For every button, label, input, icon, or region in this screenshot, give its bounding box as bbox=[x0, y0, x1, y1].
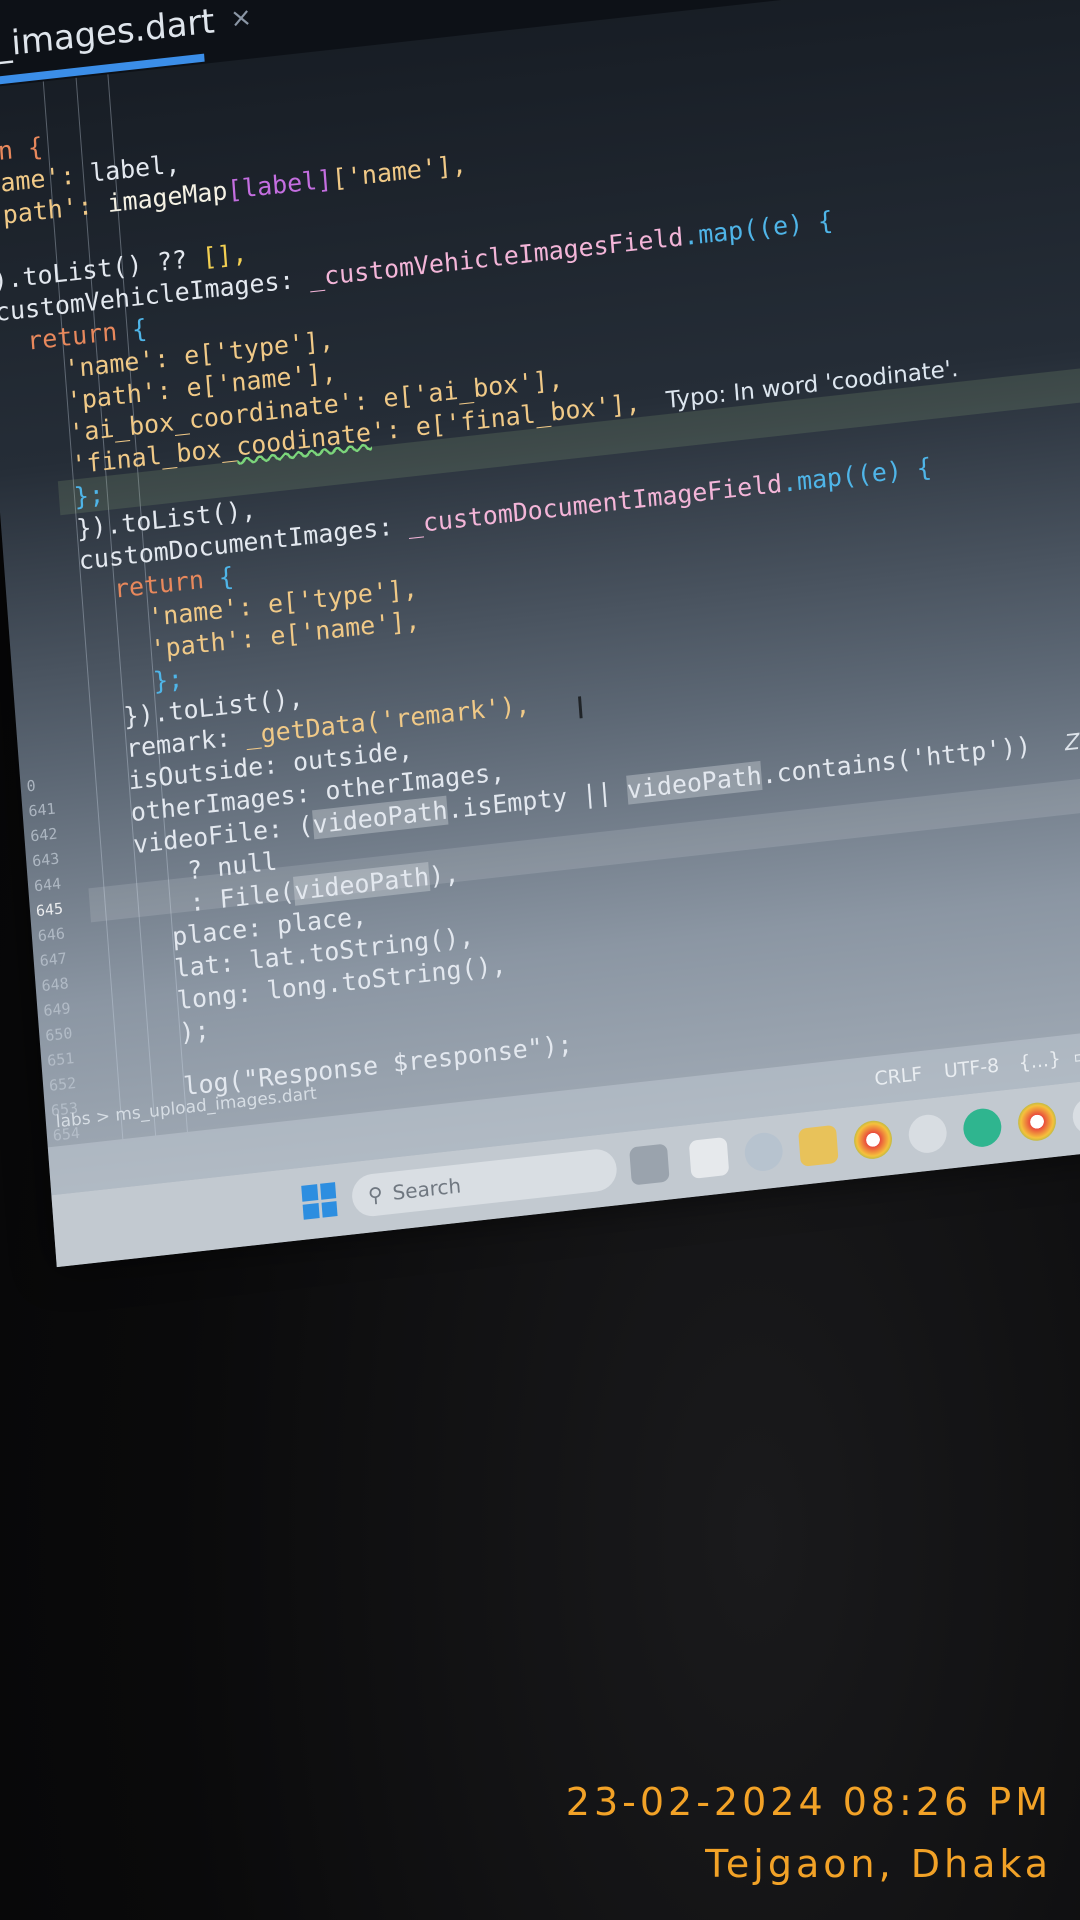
code-line: }; bbox=[152, 664, 184, 696]
skype-icon[interactable] bbox=[962, 1106, 1003, 1149]
code-token: videoPath bbox=[625, 760, 763, 805]
ide-screen: d_images.dart × 0 641 642 643 644 645 64… bbox=[0, 0, 1080, 1268]
windows-start-icon[interactable] bbox=[301, 1182, 338, 1220]
photo-datetime-stamp: 23-02-2024 08:26 PM bbox=[565, 1780, 1052, 1824]
git-blame-annotation: Zaman, 10/22/ bbox=[1063, 722, 1080, 757]
code-token: { bbox=[130, 313, 149, 345]
code-token: ['name'], bbox=[330, 149, 468, 194]
code-token: { bbox=[217, 561, 235, 593]
code-token: ': bbox=[369, 412, 417, 447]
code-token: .map((e) { bbox=[682, 205, 834, 252]
typo-warning-hint: Typo: In word 'coodinate'. bbox=[665, 355, 960, 415]
search-placeholder: Search bbox=[391, 1173, 462, 1205]
code-token: log("Response $response"); bbox=[182, 1029, 574, 1102]
code-token: ); bbox=[178, 1015, 211, 1048]
code-line: ); bbox=[178, 1015, 210, 1047]
search-icon: ⚲ bbox=[367, 1181, 384, 1208]
notification-icon[interactable]: ▭ bbox=[1072, 1044, 1080, 1068]
tab-label: d_images.dart bbox=[0, 1, 216, 68]
chrome-icon[interactable] bbox=[852, 1118, 894, 1161]
breadcrumb-item[interactable]: labs bbox=[55, 1109, 91, 1133]
code-line: }; bbox=[73, 479, 105, 511]
code-token: videoPath bbox=[293, 861, 431, 906]
widgets-icon[interactable] bbox=[629, 1143, 670, 1186]
code-token: _customDocumentImageField bbox=[406, 468, 784, 540]
code-token: }; bbox=[72, 479, 106, 512]
file-explorer-icon[interactable] bbox=[798, 1124, 839, 1167]
task-view-icon[interactable] bbox=[688, 1136, 730, 1179]
code-editor[interactable]: rn { name': label, 'path': imageMap[labe… bbox=[0, 0, 1080, 1147]
code-token: [], bbox=[200, 238, 249, 273]
line-ending-indicator[interactable]: CRLF bbox=[874, 1063, 923, 1090]
breadcrumb-separator: > bbox=[95, 1106, 111, 1128]
code-token: ; bbox=[0, 232, 7, 264]
code-line: rn { bbox=[0, 132, 44, 168]
indent-indicator[interactable]: {...} bbox=[1018, 1048, 1062, 1075]
encoding-indicator[interactable]: UTF-8 bbox=[943, 1055, 1000, 1083]
chrome-profile-icon[interactable] bbox=[1016, 1100, 1058, 1143]
app-icon[interactable] bbox=[1071, 1094, 1080, 1137]
close-icon[interactable]: × bbox=[229, 2, 253, 34]
code-line: log("Response $response"); bbox=[182, 1029, 573, 1101]
code-token: [label] bbox=[226, 164, 334, 205]
code-line: ; bbox=[0, 233, 6, 264]
app-icon[interactable] bbox=[907, 1112, 949, 1155]
code-token: ), bbox=[428, 858, 461, 891]
code-token: _customVehicleImagesField bbox=[308, 222, 685, 293]
code-token: .contains('http')) bbox=[760, 731, 1033, 790]
taskbar-search[interactable]: ⚲ Search bbox=[350, 1147, 619, 1219]
code-token: }; bbox=[151, 663, 185, 697]
code-token: .map((e) { bbox=[780, 452, 933, 498]
chat-icon[interactable] bbox=[743, 1130, 785, 1173]
photo-location-stamp: Tejgaon, Dhaka bbox=[705, 1842, 1052, 1886]
code-token: rn { bbox=[0, 131, 44, 168]
